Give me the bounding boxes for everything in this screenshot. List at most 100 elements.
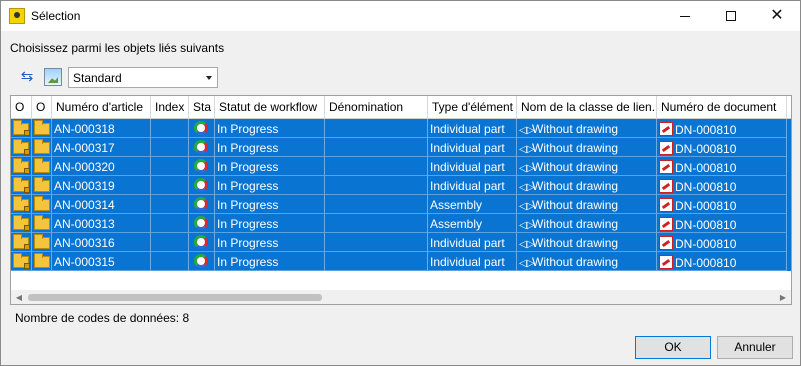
column-header-link-class[interactable]: Nom de la classe de lien. [517, 96, 657, 119]
denomination-cell [325, 119, 428, 138]
document-icon [659, 255, 673, 269]
denomination-cell [325, 233, 428, 252]
folder-lock-icon [13, 196, 30, 212]
image-icon[interactable] [44, 68, 62, 86]
link-class-icon: ◁▷ [519, 182, 535, 193]
scrollbar-thumb[interactable] [28, 294, 322, 301]
selection-dialog: Sélection ✕ Choisissez parmi les objets … [0, 0, 801, 366]
scroll-right-icon[interactable]: ▶ [775, 290, 791, 304]
link-class-cell: Without drawing [532, 122, 619, 136]
article-number-cell: AN-000316 [52, 233, 151, 252]
close-icon: ✕ [770, 7, 784, 24]
column-header-o2[interactable]: O [32, 96, 52, 119]
element-type-cell: Individual part [428, 233, 517, 252]
workflow-status-cell: In Progress [215, 233, 325, 252]
workflow-status-cell: In Progress [215, 176, 325, 195]
scroll-left-icon[interactable]: ◀ [11, 290, 27, 304]
article-number-cell: AN-000317 [52, 138, 151, 157]
workflow-status-cell: In Progress [215, 157, 325, 176]
folder-lock-icon [13, 234, 30, 250]
maximize-icon [726, 11, 736, 21]
document-number-cell: DN-000810 [675, 161, 737, 175]
document-icon [659, 179, 673, 193]
document-icon [659, 198, 673, 212]
table-row[interactable]: AN-000316 In Progress Individual part ◁▷… [11, 233, 791, 252]
column-header-article-number[interactable]: Numéro d'article [52, 96, 151, 119]
workflow-status-cell: In Progress [215, 195, 325, 214]
column-header-index[interactable]: Index [151, 96, 189, 119]
instruction-label: Choisissez parmi les objets liés suivant… [10, 41, 225, 55]
link-class-cell: Without drawing [532, 179, 619, 193]
column-header-s[interactable]: S [787, 96, 791, 119]
view-select-value: Standard [73, 71, 122, 85]
element-type-cell: Individual part [428, 119, 517, 138]
index-cell [151, 252, 189, 271]
element-type-cell: Individual part [428, 138, 517, 157]
workflow-status-cell: In Progress [215, 214, 325, 233]
table-row[interactable]: AN-000313 In Progress Assembly ◁▷Without… [11, 214, 791, 233]
folder-icon [34, 139, 50, 154]
link-class-icon: ◁▷ [519, 239, 535, 250]
horizontal-scrollbar[interactable]: ◀ ▶ [11, 290, 791, 304]
maximize-button[interactable] [708, 1, 754, 31]
cancel-button[interactable]: Annuler [717, 336, 793, 359]
denomination-cell [325, 252, 428, 271]
minimize-icon [680, 15, 690, 17]
article-number-cell: AN-000319 [52, 176, 151, 195]
article-number-cell: AN-000313 [52, 214, 151, 233]
close-button[interactable]: ✕ [754, 1, 800, 31]
workflow-status-icon [194, 254, 208, 268]
article-number-cell: AN-000314 [52, 195, 151, 214]
column-header-document-number[interactable]: Numéro de document [657, 96, 787, 119]
folder-icon [34, 196, 50, 211]
denomination-cell [325, 176, 428, 195]
table-row[interactable]: AN-000314 In Progress Assembly ◁▷Without… [11, 195, 791, 214]
workflow-status-icon [194, 159, 208, 173]
column-header-sta[interactable]: Sta [189, 96, 215, 119]
denomination-cell [325, 138, 428, 157]
ok-button[interactable]: OK [635, 336, 711, 359]
folder-lock-icon [13, 215, 30, 231]
table-header: O O Numéro d'article Index Sta Statut de… [11, 96, 791, 119]
app-icon [9, 8, 25, 24]
folder-lock-icon [13, 158, 30, 174]
view-select[interactable]: Standard [68, 67, 218, 88]
workflow-status-icon [194, 140, 208, 154]
minimize-button[interactable] [662, 1, 708, 31]
table-row[interactable]: AN-000317 In Progress Individual part ◁▷… [11, 138, 791, 157]
column-header-element-type[interactable]: Type d'élément [428, 96, 517, 119]
column-header-o1[interactable]: O [11, 96, 32, 119]
document-number-cell: DN-000810 [675, 218, 737, 232]
folder-icon [34, 120, 50, 135]
index-cell [151, 233, 189, 252]
index-cell [151, 176, 189, 195]
table-row[interactable]: AN-000318 In Progress Individual part ◁▷… [11, 119, 791, 138]
link-class-icon: ◁▷ [519, 220, 535, 231]
index-cell [151, 214, 189, 233]
index-cell [151, 195, 189, 214]
folder-lock-icon [13, 120, 30, 136]
denomination-cell [325, 157, 428, 176]
column-header-denomination[interactable]: Dénomination [325, 96, 428, 119]
link-class-icon: ◁▷ [519, 144, 535, 155]
document-icon [659, 160, 673, 174]
link-class-cell: Without drawing [532, 141, 619, 155]
folder-icon [34, 253, 50, 268]
table-row[interactable]: AN-000319 In Progress Individual part ◁▷… [11, 176, 791, 195]
link-class-cell: Without drawing [532, 236, 619, 250]
document-icon [659, 122, 673, 136]
workflow-status-icon [194, 197, 208, 211]
article-number-cell: AN-000315 [52, 252, 151, 271]
element-type-cell: Individual part [428, 176, 517, 195]
link-class-icon: ◁▷ [519, 258, 535, 269]
refresh-icon[interactable]: ⇆ [18, 68, 36, 86]
link-class-icon: ◁▷ [519, 201, 535, 212]
article-number-cell: AN-000318 [52, 119, 151, 138]
title-bar: Sélection ✕ [1, 1, 800, 31]
article-number-cell: AN-000320 [52, 157, 151, 176]
table-row[interactable]: AN-000315 In Progress Individual part ◁▷… [11, 252, 791, 271]
denomination-cell [325, 195, 428, 214]
table-row[interactable]: AN-000320 In Progress Individual part ◁▷… [11, 157, 791, 176]
column-header-workflow-status[interactable]: Statut de workflow [215, 96, 325, 119]
document-number-cell: DN-000810 [675, 256, 737, 270]
